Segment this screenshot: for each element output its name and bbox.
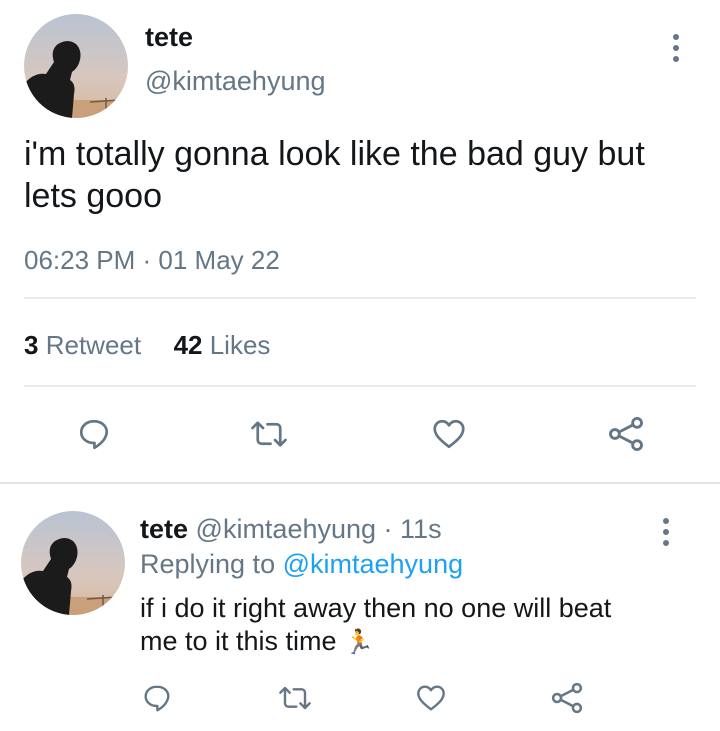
reply-more-icon[interactable]	[663, 518, 669, 546]
reply-avatar[interactable]	[21, 511, 125, 615]
tweet-separator	[0, 482, 720, 484]
main-tweet-text: i'm totally gonna look like the bad guy …	[24, 133, 704, 217]
heart-icon[interactable]	[430, 416, 468, 452]
retweet-count[interactable]: 3	[24, 330, 38, 360]
reply-tweet-text: if i do it right away then no one will b…	[140, 592, 700, 659]
share-icon[interactable]	[550, 681, 584, 715]
main-tweet-text-line2: lets gooo	[24, 177, 162, 215]
replying-to-prefix: Replying to	[140, 549, 276, 579]
main-timestamp[interactable]: 06:23 PM · 01 May 22	[24, 245, 280, 276]
retweet-label[interactable]: Retweet	[46, 330, 141, 360]
reply-display-name[interactable]: tete	[140, 514, 188, 544]
running-emoji: 🏃	[344, 629, 374, 656]
likes-label[interactable]: Likes	[210, 330, 271, 360]
main-more-icon[interactable]	[673, 34, 679, 62]
reply-text-line2: me to it this time	[140, 626, 337, 656]
reply-time[interactable]: · 11s	[384, 514, 442, 544]
reply-header: tete @kimtaehyung · 11s	[140, 514, 442, 545]
main-tweet-text-line1: i'm totally gonna look like the bad guy …	[24, 135, 645, 173]
reply-text-line1: if i do it right away then no one will b…	[140, 593, 612, 623]
divider	[24, 385, 696, 387]
main-display-name[interactable]: tete	[145, 22, 193, 53]
likes-count[interactable]: 42	[174, 330, 203, 360]
retweet-icon[interactable]	[249, 416, 289, 452]
replying-to: Replying to @kimtaehyung	[140, 549, 463, 580]
divider	[24, 297, 696, 299]
heart-icon[interactable]	[414, 682, 448, 714]
main-avatar[interactable]	[24, 14, 128, 118]
reply-icon[interactable]	[141, 682, 173, 714]
reply-handle[interactable]: @kimtaehyung	[196, 514, 377, 544]
retweet-icon[interactable]	[277, 682, 313, 714]
main-handle[interactable]: @kimtaehyung	[145, 66, 326, 97]
stats-row: 3 Retweet 42 Likes	[24, 330, 270, 361]
replying-to-handle[interactable]: @kimtaehyung	[283, 549, 464, 579]
reply-icon[interactable]	[76, 416, 112, 452]
share-icon[interactable]	[606, 415, 646, 453]
